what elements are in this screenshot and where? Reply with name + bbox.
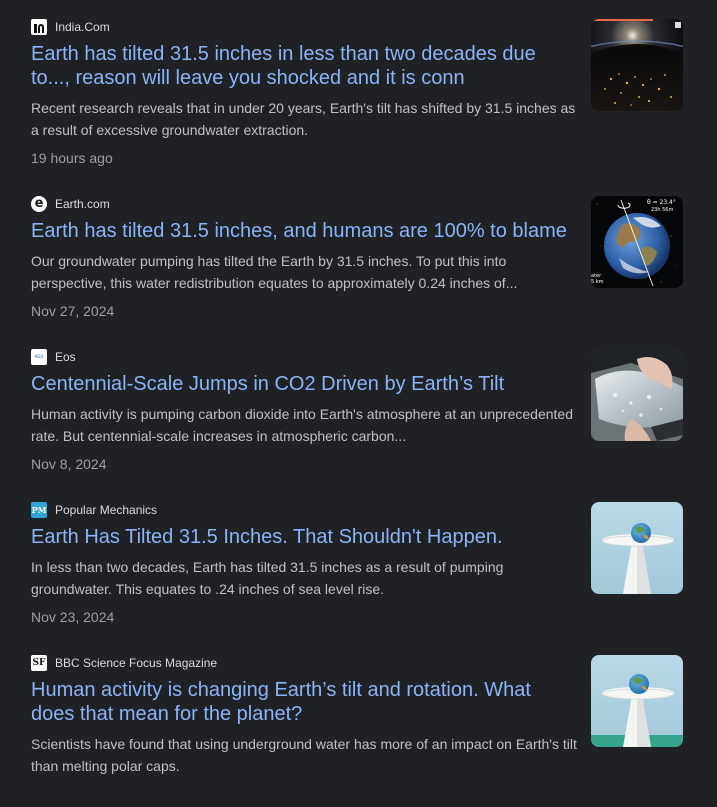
globe-on-pedestal-image <box>591 502 683 594</box>
news-snippet: Recent research reveals that in under 20… <box>31 100 576 138</box>
news-thumbnail[interactable] <box>591 19 683 111</box>
india-com-favicon-icon <box>31 19 47 35</box>
news-date: 19 hours ago <box>31 150 113 166</box>
tilt-angle-label: θ = 23.4° <box>647 199 676 206</box>
news-title-link[interactable]: Centennial-Scale Jumps in CO2 Driven by … <box>31 372 571 396</box>
news-thumbnail[interactable]: θ = 23.4° 23h 56m ater 5 km <box>591 196 683 288</box>
cropped-label: 5 km <box>591 279 604 285</box>
news-result[interactable]: e Earth.com Earth has tilted 31.5 inches… <box>31 195 683 348</box>
news-result[interactable]: AGU Eos Centennial-Scale Jumps in CO2 Dr… <box>31 348 683 501</box>
news-title-link[interactable]: Earth has tilted 31.5 inches in less tha… <box>31 42 571 90</box>
earth-com-favicon-icon: e <box>31 196 47 212</box>
source-name: India.Com <box>55 20 110 34</box>
news-date: Nov 23, 2024 <box>31 609 115 625</box>
news-source[interactable]: SF BBC Science Focus Magazine <box>31 654 217 672</box>
news-snippet: In less than two decades, Earth has tilt… <box>31 559 504 597</box>
earth-from-space-image <box>591 19 683 111</box>
science-focus-favicon-icon: SF <box>31 655 47 671</box>
globe-on-pedestal-image <box>591 655 683 747</box>
news-result[interactable]: PM Popular Mechanics Earth Has Tilted 31… <box>31 501 683 654</box>
source-name: Eos <box>55 350 76 364</box>
rotation-time-label: 23h 56m <box>651 207 673 213</box>
news-source[interactable]: PM Popular Mechanics <box>31 501 157 519</box>
news-thumbnail[interactable] <box>591 655 683 747</box>
news-snippet: Scientists have found that using undergr… <box>31 736 577 774</box>
news-thumbnail[interactable] <box>591 502 683 594</box>
favicon-glyph: e <box>34 196 44 211</box>
news-title-link[interactable]: Earth Has Tilted 31.5 Inches. That Shoul… <box>31 525 571 549</box>
eos-favicon-icon: AGU <box>31 349 47 365</box>
favicon-glyph: AGU <box>34 354 44 359</box>
news-title-link[interactable]: Human activity is changing Earth’s tilt … <box>31 678 571 726</box>
earth-tilt-globe-image: θ = 23.4° 23h 56m ater 5 km <box>591 196 683 288</box>
news-date: Nov 27, 2024 <box>31 303 115 319</box>
favicon-glyph: SF <box>32 658 46 668</box>
news-snippet: Human activity is pumping carbon dioxide… <box>31 406 573 444</box>
news-thumbnail[interactable] <box>591 349 683 441</box>
news-date: Nov 8, 2024 <box>31 456 107 472</box>
news-result[interactable]: SF BBC Science Focus Magazine Human acti… <box>31 654 683 807</box>
news-source[interactable]: India.Com <box>31 18 110 36</box>
favicon-glyph: PM <box>31 505 47 515</box>
news-title-link[interactable]: Earth has tilted 31.5 inches, and humans… <box>31 219 571 243</box>
news-source[interactable]: AGU Eos <box>31 348 76 366</box>
news-source[interactable]: e Earth.com <box>31 195 110 213</box>
ice-core-image <box>591 349 683 441</box>
source-name: Earth.com <box>55 197 110 211</box>
news-snippet: Our groundwater pumping has tilted the E… <box>31 253 518 291</box>
source-name: BBC Science Focus Magazine <box>55 656 218 670</box>
news-result[interactable]: India.Com Earth has tilted 31.5 inches i… <box>31 18 683 171</box>
source-name: Popular Mechanics <box>55 503 158 517</box>
popular-mechanics-favicon-icon: PM <box>31 502 47 518</box>
